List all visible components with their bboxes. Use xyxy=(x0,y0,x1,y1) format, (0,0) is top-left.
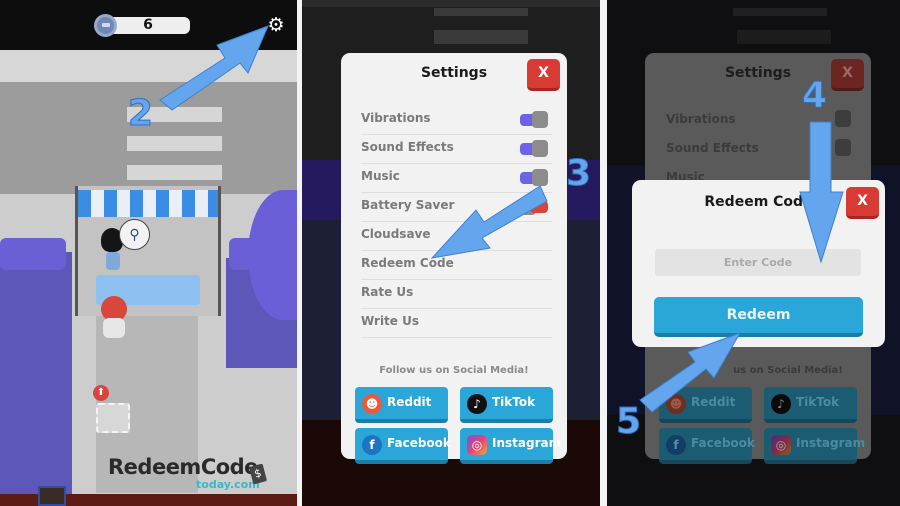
arrow-step-5 xyxy=(639,332,742,413)
step-number-5: 5 xyxy=(615,401,642,442)
